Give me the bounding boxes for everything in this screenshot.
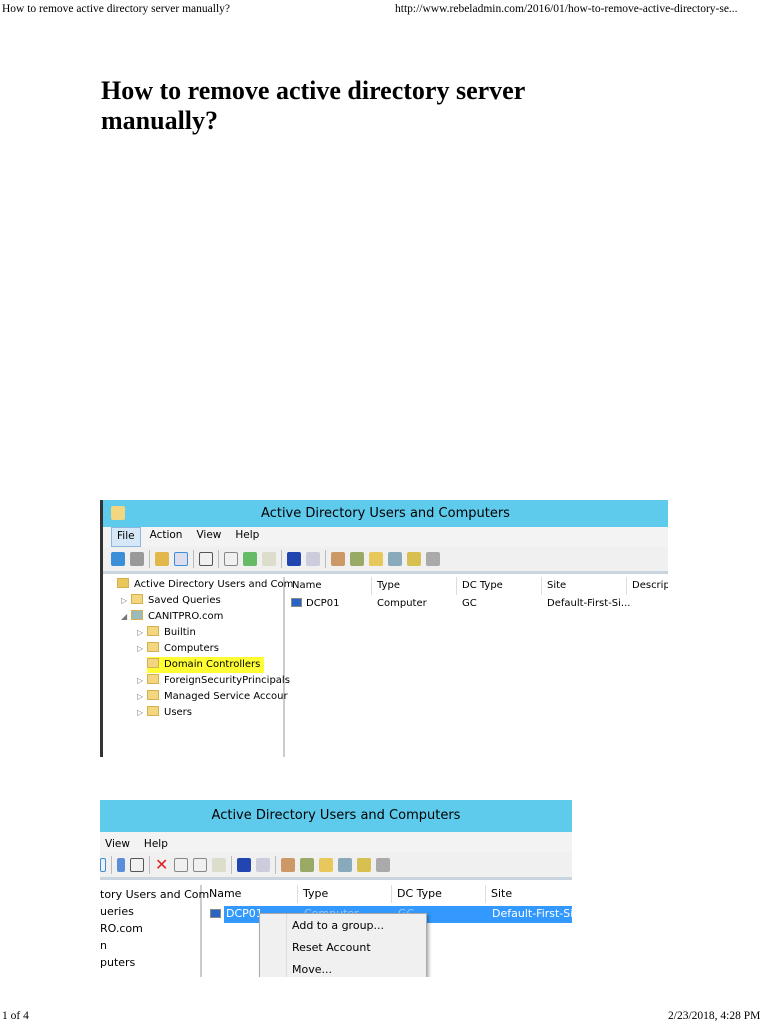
window-titlebar: Active Directory Users and Computers — [100, 800, 572, 832]
export-icon[interactable] — [212, 857, 226, 872]
refresh-icon[interactable] — [243, 552, 257, 566]
tree-item-foreign-security-principals[interactable]: ▷ ForeignSecurityPrincipals — [137, 673, 290, 689]
col-site[interactable]: Site — [542, 577, 627, 595]
show-tree-icon[interactable] — [174, 552, 188, 566]
menu-action[interactable]: Action — [145, 527, 188, 547]
find-icon[interactable] — [357, 857, 371, 872]
new-group-icon[interactable] — [300, 857, 314, 872]
action-pane-icon[interactable] — [256, 857, 270, 872]
context-menu: Add to a group... Reset Account Move... — [259, 913, 427, 977]
tree-pane: tory Users and Com ueries RO.com n puter… — [100, 885, 209, 977]
toolbar — [103, 547, 668, 574]
print-header-title: How to remove active directory server ma… — [2, 3, 230, 15]
menu-bar: File Action View Help — [103, 527, 668, 547]
col-dc-type[interactable]: DC Type — [392, 885, 486, 903]
filter-icon[interactable] — [388, 552, 402, 566]
window-title: Active Directory Users and Computers — [211, 808, 461, 823]
tree-item-domain-controllers[interactable]: Domain Controllers — [147, 657, 265, 673]
menu-view[interactable]: View — [100, 832, 135, 852]
window-titlebar: Active Directory Users and Computers — [103, 500, 668, 527]
menu-help[interactable]: Help — [230, 527, 264, 547]
find-icon[interactable] — [407, 552, 421, 566]
tree-item-saved-queries[interactable]: ▷ Saved Queries — [121, 593, 221, 609]
help-icon[interactable] — [237, 857, 251, 872]
properties-icon[interactable] — [174, 857, 188, 872]
window-title: Active Directory Users and Computers — [261, 506, 510, 521]
menu-file[interactable]: File — [111, 527, 141, 547]
toolbar: ✕ — [100, 852, 572, 880]
context-menu-reset-account[interactable]: Reset Account — [292, 941, 371, 954]
add-to-group-icon[interactable] — [426, 552, 440, 566]
tree-item-domain[interactable]: ◢ CANITPRO.com — [121, 609, 223, 625]
tree-item-computers[interactable]: puters — [100, 955, 135, 971]
print-header-url: http://www.rebeladmin.com/2016/01/how-to… — [395, 3, 738, 15]
up-folder-icon[interactable] — [155, 552, 169, 566]
tree-root[interactable]: Active Directory Users and Com — [117, 577, 293, 593]
tree-item-users[interactable]: ▷ Users — [137, 705, 192, 721]
properties-icon[interactable] — [224, 552, 238, 566]
menu-view[interactable]: View — [191, 527, 226, 547]
new-ou-icon[interactable] — [369, 552, 383, 566]
delete-icon[interactable]: ✕ — [155, 856, 169, 872]
print-datetime: 2/23/2018, 4:28 PM — [668, 1010, 761, 1022]
help-icon[interactable] — [287, 552, 301, 566]
tree-root[interactable]: tory Users and Com — [100, 887, 209, 903]
back-icon[interactable] — [111, 552, 125, 566]
tree-item-computers[interactable]: ▷ Computers — [137, 641, 219, 657]
app-icon — [111, 506, 125, 520]
context-menu-add-to-group[interactable]: Add to a group... — [292, 919, 384, 932]
tree-item-builtin[interactable]: n — [100, 938, 107, 954]
add-to-group-icon[interactable] — [376, 857, 390, 872]
col-type[interactable]: Type — [298, 885, 392, 903]
paste-icon[interactable] — [130, 857, 144, 872]
col-name[interactable]: Name — [204, 885, 298, 903]
new-user-icon[interactable] — [281, 857, 295, 872]
tree-item-managed-service-accounts[interactable]: ▷ Managed Service Accour — [137, 689, 288, 705]
show-tree-icon[interactable] — [100, 857, 106, 872]
forward-icon[interactable] — [130, 552, 144, 566]
export-icon[interactable] — [262, 552, 276, 566]
col-name[interactable]: Name — [287, 577, 372, 595]
filter-icon[interactable] — [338, 857, 352, 872]
col-description[interactable]: Descrip — [627, 577, 668, 595]
menu-help[interactable]: Help — [139, 832, 173, 852]
page-number: 1 of 4 — [2, 1010, 29, 1022]
screenshot-aduc-2: Active Directory Users and Computers Vie… — [100, 800, 572, 977]
col-dc-type[interactable]: DC Type — [457, 577, 542, 595]
computer-icon — [291, 598, 302, 607]
list-pane: Name Type DC Type Site Descrip DCP01 Com… — [287, 577, 668, 757]
col-site[interactable]: Site — [486, 885, 572, 903]
menu-bar: View Help — [100, 832, 572, 852]
computer-icon — [210, 909, 221, 918]
new-group-icon[interactable] — [350, 552, 364, 566]
new-user-icon[interactable] — [331, 552, 345, 566]
context-menu-move[interactable]: Move... — [292, 963, 332, 976]
refresh-icon[interactable] — [193, 857, 207, 872]
article-title: How to remove active directory server ma… — [101, 76, 525, 135]
clipboard-icon[interactable] — [199, 552, 213, 566]
tree-pane: Active Directory Users and Com ▷ Saved Qu… — [103, 577, 293, 757]
col-type[interactable]: Type — [372, 577, 457, 595]
cut-icon[interactable] — [117, 857, 125, 872]
action-pane-icon[interactable] — [306, 552, 320, 566]
screenshot-aduc-1: Active Directory Users and Computers Fil… — [100, 500, 668, 757]
new-ou-icon[interactable] — [319, 857, 333, 872]
tree-item-domain[interactable]: RO.com — [100, 921, 143, 937]
tree-item-builtin[interactable]: ▷ Builtin — [137, 625, 196, 641]
tree-item-saved-queries[interactable]: ueries — [100, 904, 134, 920]
